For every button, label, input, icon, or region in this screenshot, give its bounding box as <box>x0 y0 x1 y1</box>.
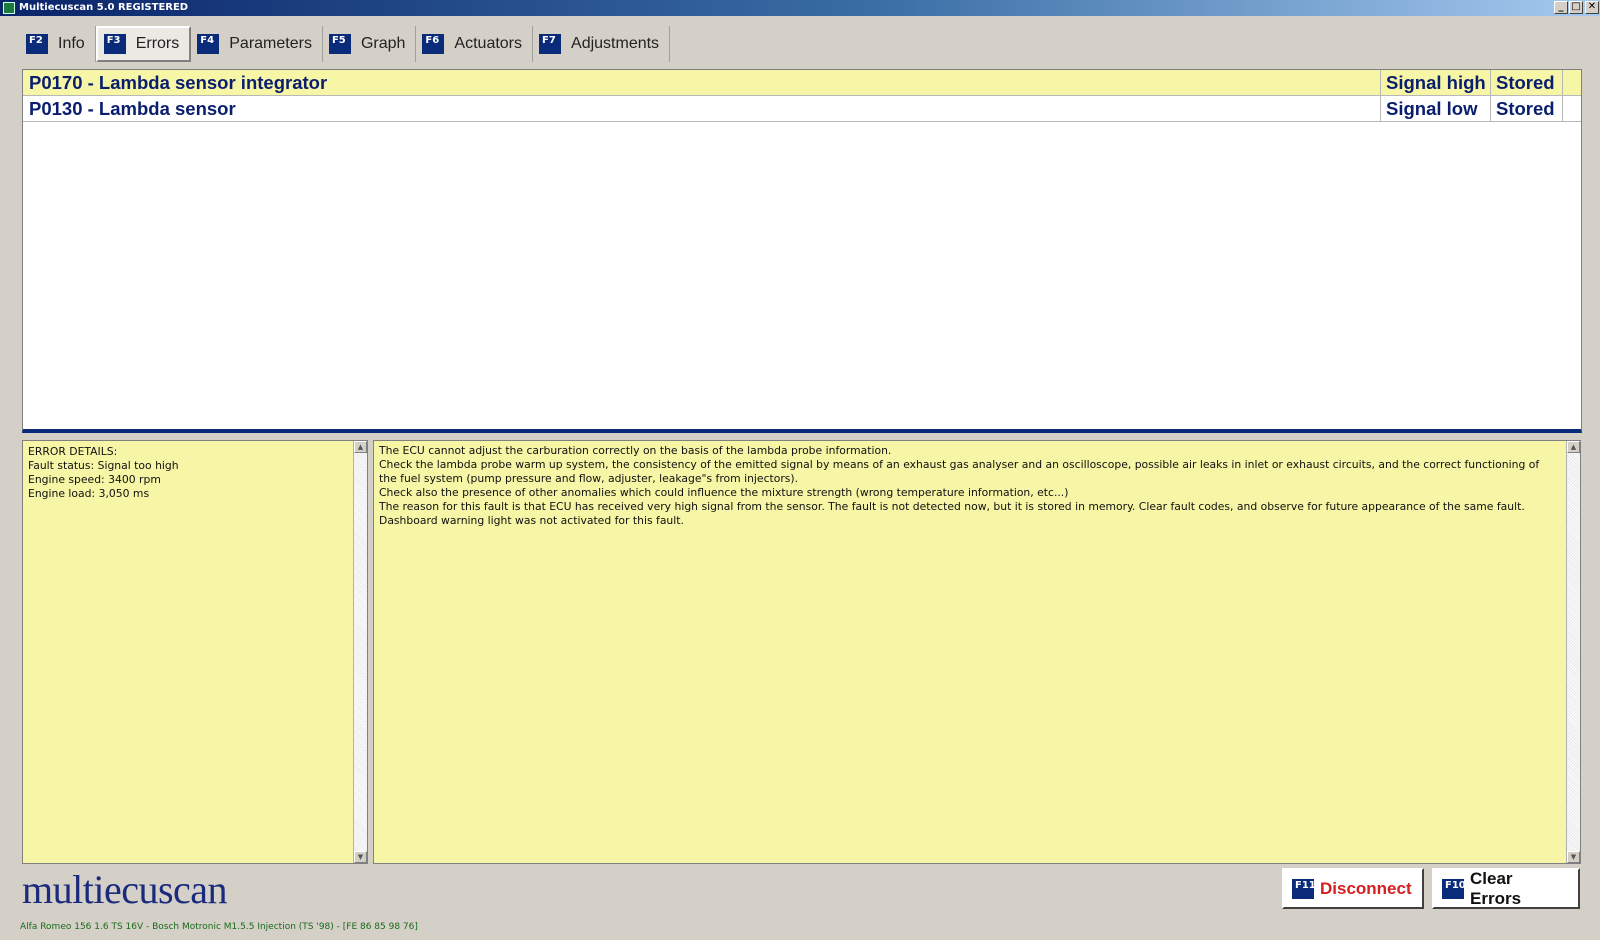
tab-errors[interactable]: F3 Errors <box>95 26 192 62</box>
scroll-up-icon[interactable]: ▲ <box>1567 441 1580 453</box>
function-key-badge: F10 <box>1442 878 1466 899</box>
tab-parameters[interactable]: F4 Parameters <box>191 26 323 62</box>
function-key-badge: F5 <box>328 34 351 54</box>
details-scrollbar[interactable]: ▲ ▼ <box>353 441 367 863</box>
app-icon <box>3 2 15 14</box>
function-key-badge: F6 <box>422 34 445 54</box>
error-signal: Signal high <box>1381 70 1491 95</box>
tab-label: Actuators <box>454 35 523 52</box>
error-code: P0130 - Lambda sensor <box>23 96 1381 121</box>
error-row[interactable]: P0170 - Lambda sensor integrator Signal … <box>23 70 1581 96</box>
error-state: Stored <box>1491 70 1563 95</box>
clear-errors-button[interactable]: F10 Clear Errors <box>1432 868 1580 909</box>
scroll-down-icon[interactable]: ▼ <box>354 851 367 863</box>
tab-bar: F2 Info F3 Errors F4 Parameters F5 Graph… <box>20 26 671 62</box>
description-line: Check the lambda probe warm up system, t… <box>379 458 1540 485</box>
clear-errors-label: Clear Errors <box>1470 868 1522 908</box>
error-details-line: Fault status: Signal too high <box>28 459 179 472</box>
description-line: The reason for this fault is that ECU ha… <box>379 500 1525 513</box>
tab-label: Parameters <box>229 35 312 52</box>
minimize-icon[interactable]: _ <box>1554 1 1568 14</box>
maximize-icon[interactable]: □ <box>1569 1 1583 14</box>
tab-adjustments[interactable]: F7 Adjustments <box>533 26 671 62</box>
tab-label: Graph <box>360 35 406 52</box>
tab-label: Adjustments <box>571 35 660 52</box>
description-line: The ECU cannot adjust the carburation co… <box>379 444 892 457</box>
disconnect-button[interactable]: F11 Disconnect <box>1282 868 1424 909</box>
scroll-down-icon[interactable]: ▼ <box>1567 851 1580 863</box>
function-key-badge: F11 <box>1292 878 1316 899</box>
error-state: Stored <box>1491 96 1563 121</box>
description-line: Check also the presence of other anomali… <box>379 486 1069 499</box>
error-signal: Signal low <box>1381 96 1491 121</box>
tab-label: Info <box>58 35 85 52</box>
error-description-box[interactable]: The ECU cannot adjust the carburation co… <box>373 440 1581 864</box>
error-details-box[interactable]: ERROR DETAILS: Fault status: Signal too … <box>22 440 368 864</box>
status-bar: Alfa Romeo 156 1.6 TS 16V - Bosch Motron… <box>20 922 418 932</box>
function-key-badge: F7 <box>539 34 562 54</box>
scroll-up-icon[interactable]: ▲ <box>354 441 367 453</box>
error-list: P0170 - Lambda sensor integrator Signal … <box>22 69 1582 433</box>
window-title: Multiecuscan 5.0 REGISTERED <box>19 2 189 13</box>
tab-graph[interactable]: F5 Graph <box>323 26 417 62</box>
disconnect-label: Disconnect <box>1320 878 1412 898</box>
tab-info[interactable]: F2 Info <box>20 26 96 62</box>
error-details-line: Engine speed: 3400 rpm <box>28 473 161 486</box>
error-details-line: Engine load: 3,050 ms <box>28 487 150 500</box>
error-details-heading: ERROR DETAILS: <box>28 445 118 458</box>
description-scrollbar[interactable]: ▲ ▼ <box>1566 441 1580 863</box>
description-line: Dashboard warning light was not activate… <box>379 514 684 527</box>
error-code: P0170 - Lambda sensor integrator <box>23 70 1381 95</box>
function-key-badge: F3 <box>103 34 126 54</box>
app-logo: multiecuscan <box>22 867 228 912</box>
function-key-badge: F4 <box>197 34 220 54</box>
error-row[interactable]: P0130 - Lambda sensor Signal low Stored <box>23 96 1581 122</box>
title-bar: Multiecuscan 5.0 REGISTERED _ □ ✕ <box>0 0 1600 16</box>
tab-actuators[interactable]: F6 Actuators <box>416 26 534 62</box>
tab-label: Errors <box>135 35 180 52</box>
close-icon[interactable]: ✕ <box>1585 1 1599 14</box>
function-key-badge: F2 <box>26 34 48 54</box>
